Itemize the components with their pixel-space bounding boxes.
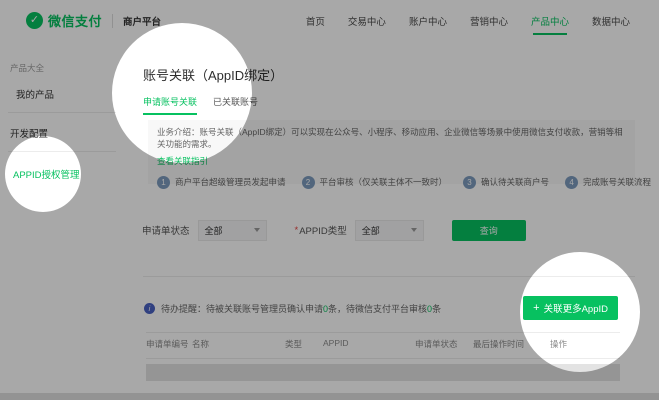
col-status: 申请单状态 — [415, 338, 473, 350]
step-2: 2 平台审核（仅关联主体不一致时） — [302, 176, 448, 189]
section-divider — [143, 276, 635, 277]
plus-icon: + — [533, 303, 539, 314]
sidebar-section-products: 产品大全 — [10, 62, 44, 74]
table-top-divider — [146, 332, 620, 333]
sidebar-divider — [8, 112, 116, 113]
todo-notice-text: 待办提醒：待被关联账号管理员确认申请0条，待微信支付平台审核0条 — [161, 302, 441, 315]
type-filter-label: APPID类型 — [299, 223, 347, 237]
step-4: 4 完成账号关联流程 — [565, 176, 651, 189]
add-appid-button-label: 关联更多AppID — [544, 301, 608, 315]
step-1: 1 商户平台超级管理员发起申请 — [157, 176, 286, 189]
top-header: ✓ 微信支付 商户平台 首页 交易中心 账户中心 营销中心 产品中心 数据中心 — [0, 0, 659, 42]
step-1-label: 商户平台超级管理员发起申请 — [175, 176, 286, 188]
col-last-op-time: 最后操作时间 — [473, 338, 550, 350]
main-content: 账号关联（AppID绑定） 申请账号关联 已关联账号 业务介绍：账号关联（App… — [118, 41, 659, 393]
page-title: 账号关联（AppID绑定） — [143, 65, 283, 84]
type-filter-select[interactable]: 全部 — [355, 220, 424, 241]
step-1-badge: 1 — [157, 176, 170, 189]
type-filter-value: 全部 — [362, 224, 411, 237]
logo-text: 微信支付 — [48, 11, 102, 30]
add-appid-button[interactable]: + 关联更多AppID — [523, 296, 618, 320]
empty-table-row — [146, 364, 620, 381]
top-nav: 首页 交易中心 账户中心 营销中心 产品中心 数据中心 — [305, 0, 631, 41]
nav-item-account[interactable]: 账户中心 — [408, 10, 448, 32]
filter-row: 申请单状态 全部 * APPID类型 全部 查询 — [142, 219, 635, 241]
step-4-badge: 4 — [565, 176, 578, 189]
todo-notice-row: i 待办提醒：待被关联账号管理员确认申请0条，待微信支付平台审核0条 + 关联更… — [144, 295, 618, 321]
screen: ✓ 微信支付 商户平台 首页 交易中心 账户中心 营销中心 产品中心 数据中心 … — [0, 0, 659, 400]
chevron-down-icon — [411, 228, 417, 232]
sidebar-item-my-products[interactable]: 我的产品 — [16, 87, 54, 101]
logo[interactable]: ✓ 微信支付 商户平台 — [26, 0, 161, 41]
spotlight-patch — [133, 40, 230, 43]
col-application-no: 申请单编号 — [146, 338, 192, 350]
nav-item-transactions[interactable]: 交易中心 — [347, 10, 387, 32]
col-appid: APPID — [323, 338, 415, 350]
business-intro-panel: 业务介绍：账号关联（AppID绑定）可以实现在公众号、小程序、移动应用、企业微信… — [148, 120, 635, 184]
status-filter-select[interactable]: 全部 — [198, 220, 267, 241]
merchant-platform-label: 商户平台 — [123, 14, 161, 28]
table-header-row: 申请单编号 名称 类型 APPID 申请单状态 最后操作时间 操作 — [146, 338, 620, 350]
step-3-badge: 3 — [463, 176, 476, 189]
status-filter-value: 全部 — [205, 224, 254, 237]
step-2-label: 平台审核（仅关联主体不一致时） — [320, 176, 448, 188]
page-background: ✓ 微信支付 商户平台 首页 交易中心 账户中心 营销中心 产品中心 数据中心 … — [0, 0, 659, 393]
business-intro-text: 业务介绍：账号关联（AppID绑定）可以实现在公众号、小程序、移动应用、企业微信… — [157, 126, 626, 151]
logo-divider — [112, 14, 113, 28]
status-filter-label: 申请单状态 — [142, 223, 190, 237]
chevron-down-icon — [254, 228, 260, 232]
steps-row: 1 商户平台超级管理员发起申请 2 平台审核（仅关联主体不一致时） 3 确认待关… — [157, 176, 626, 189]
query-button[interactable]: 查询 — [452, 220, 526, 241]
sidebar: 产品大全 我的产品 开发配置 APPID授权管理 — [0, 41, 119, 393]
col-name: 名称 — [192, 338, 285, 350]
required-asterisk: * — [295, 225, 299, 236]
nav-item-marketing[interactable]: 营销中心 — [469, 10, 509, 32]
association-guide-link[interactable]: 查看关联指引 — [157, 155, 208, 167]
col-operation: 操作 — [550, 338, 620, 350]
wechat-pay-logo-icon: ✓ — [26, 12, 43, 29]
col-type: 类型 — [285, 338, 323, 350]
sidebar-item-appid-management[interactable]: APPID授权管理 — [13, 167, 80, 181]
nav-item-data[interactable]: 数据中心 — [591, 10, 631, 32]
sidebar-divider — [8, 151, 116, 152]
table-header-divider — [146, 358, 620, 359]
tab-associated-accounts[interactable]: 已关联账号 — [213, 95, 258, 115]
notice-part1: 待办提醒：待被关联账号管理员确认申请 — [161, 304, 323, 314]
nav-item-home[interactable]: 首页 — [305, 10, 326, 32]
step-4-label: 完成账号关联流程 — [583, 176, 651, 188]
sidebar-section-dev-config[interactable]: 开发配置 — [10, 126, 48, 140]
info-icon: i — [144, 303, 155, 314]
notice-part3: 条 — [432, 304, 441, 314]
tab-apply-association[interactable]: 申请账号关联 — [143, 95, 197, 115]
step-3-label: 确认待关联商户号 — [481, 176, 549, 188]
notice-part2: 条，待微信支付平台审核 — [328, 304, 427, 314]
step-3: 3 确认待关联商户号 — [463, 176, 549, 189]
nav-item-products[interactable]: 产品中心 — [530, 10, 570, 32]
tab-bar: 申请账号关联 已关联账号 — [143, 95, 258, 115]
step-2-badge: 2 — [302, 176, 315, 189]
